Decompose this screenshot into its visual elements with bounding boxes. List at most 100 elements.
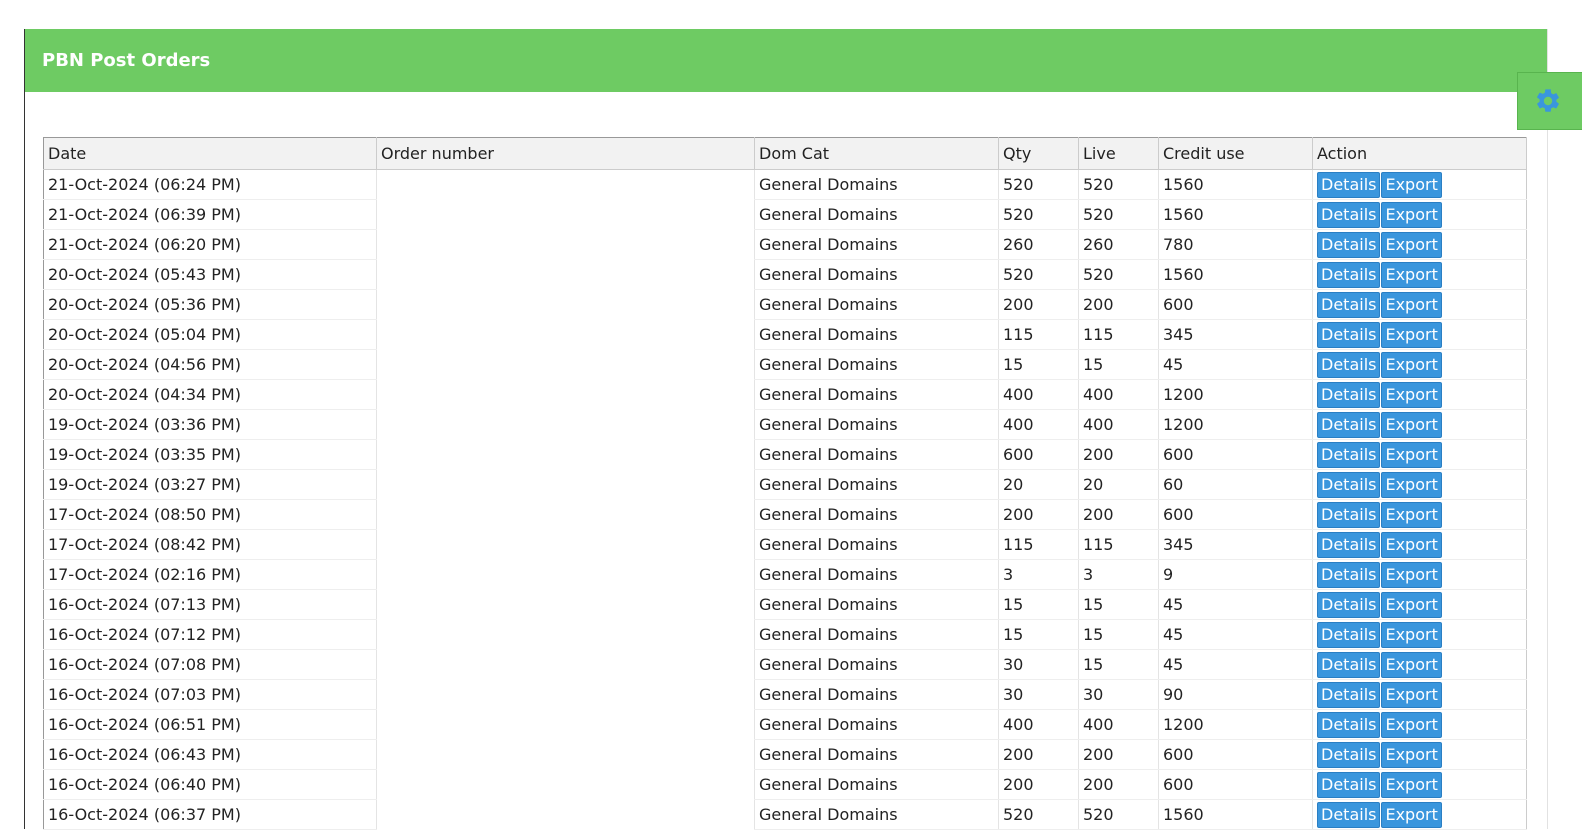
column-header-action: Action: [1312, 137, 1527, 170]
details-button[interactable]: Details: [1317, 231, 1381, 258]
cell-credit-use: 45: [1158, 649, 1313, 680]
details-button[interactable]: Details: [1317, 321, 1381, 348]
details-button[interactable]: Details: [1317, 501, 1381, 528]
export-button[interactable]: Export: [1381, 351, 1442, 378]
export-button[interactable]: Export: [1381, 681, 1442, 708]
export-button[interactable]: Export: [1381, 651, 1442, 678]
cell-order-number: [376, 679, 755, 710]
cell-dom-cat: General Domains: [754, 739, 999, 770]
table-row: 21-Oct-2024 (06:39 PM) General Domains 520…: [43, 199, 1527, 230]
details-button[interactable]: Details: [1317, 171, 1381, 198]
cell-credit-use: 1560: [1158, 199, 1313, 230]
details-button[interactable]: Details: [1317, 261, 1381, 288]
cell-qty: 260: [998, 229, 1079, 260]
export-button[interactable]: Export: [1381, 471, 1442, 498]
export-button[interactable]: Export: [1381, 741, 1442, 768]
cell-date: 19-Oct-2024 (03:36 PM): [43, 409, 377, 440]
details-button[interactable]: Details: [1317, 621, 1381, 648]
cell-live: 3: [1078, 559, 1159, 590]
export-button[interactable]: Export: [1381, 591, 1442, 618]
cell-order-number: [376, 589, 755, 620]
export-button[interactable]: Export: [1381, 411, 1442, 438]
column-header-order-number[interactable]: Order number: [376, 137, 755, 170]
cell-date: 16-Oct-2024 (06:51 PM): [43, 709, 377, 740]
export-button[interactable]: Export: [1381, 321, 1442, 348]
cell-qty: 30: [998, 679, 1079, 710]
cell-order-number: [376, 409, 755, 440]
cell-qty: 3: [998, 559, 1079, 590]
export-button[interactable]: Export: [1381, 621, 1442, 648]
details-button[interactable]: Details: [1317, 441, 1381, 468]
details-button[interactable]: Details: [1317, 291, 1381, 318]
cell-live: 200: [1078, 739, 1159, 770]
table-row: 16-Oct-2024 (06:51 PM) General Domains 400…: [43, 709, 1527, 740]
table-row: 19-Oct-2024 (03:35 PM) General Domains 600…: [43, 439, 1527, 470]
column-header-date[interactable]: Date: [43, 137, 377, 170]
table-row: 21-Oct-2024 (06:24 PM) General Domains 520…: [43, 169, 1527, 200]
cell-order-number: [376, 499, 755, 530]
cell-qty: 400: [998, 379, 1079, 410]
column-header-live[interactable]: Live: [1078, 137, 1159, 170]
table-row: 17-Oct-2024 (08:42 PM) General Domains 115…: [43, 529, 1527, 560]
export-button[interactable]: Export: [1381, 171, 1442, 198]
export-button[interactable]: Export: [1381, 531, 1442, 558]
cell-credit-use: 780: [1158, 229, 1313, 260]
cell-action: Details Export: [1312, 439, 1527, 470]
cell-order-number: [376, 169, 755, 200]
cell-dom-cat: General Domains: [754, 379, 999, 410]
cell-date: 20-Oct-2024 (05:43 PM): [43, 259, 377, 290]
cell-date: 17-Oct-2024 (08:42 PM): [43, 529, 377, 560]
export-button[interactable]: Export: [1381, 441, 1442, 468]
export-button[interactable]: Export: [1381, 261, 1442, 288]
column-header-qty[interactable]: Qty: [998, 137, 1079, 170]
cell-live: 260: [1078, 229, 1159, 260]
cell-qty: 15: [998, 589, 1079, 620]
cell-credit-use: 600: [1158, 739, 1313, 770]
export-button[interactable]: Export: [1381, 561, 1442, 588]
cell-action: Details Export: [1312, 229, 1527, 260]
details-button[interactable]: Details: [1317, 651, 1381, 678]
details-button[interactable]: Details: [1317, 471, 1381, 498]
export-button[interactable]: Export: [1381, 291, 1442, 318]
cell-action: Details Export: [1312, 259, 1527, 290]
export-button[interactable]: Export: [1381, 801, 1442, 828]
cell-qty: 400: [998, 409, 1079, 440]
export-button[interactable]: Export: [1381, 771, 1442, 798]
cell-credit-use: 1560: [1158, 259, 1313, 290]
cell-date: 21-Oct-2024 (06:24 PM): [43, 169, 377, 200]
details-button[interactable]: Details: [1317, 771, 1381, 798]
details-button[interactable]: Details: [1317, 801, 1381, 828]
cell-qty: 20: [998, 469, 1079, 500]
cell-date: 16-Oct-2024 (06:37 PM): [43, 799, 377, 830]
details-button[interactable]: Details: [1317, 591, 1381, 618]
column-header-credit-use[interactable]: Credit use: [1158, 137, 1313, 170]
cell-dom-cat: General Domains: [754, 319, 999, 350]
table-row: 17-Oct-2024 (02:16 PM) General Domains 3 3 9…: [43, 559, 1527, 590]
details-button[interactable]: Details: [1317, 711, 1381, 738]
table-row: 16-Oct-2024 (06:43 PM) General Domains 200…: [43, 739, 1527, 770]
export-button[interactable]: Export: [1381, 711, 1442, 738]
cell-credit-use: 60: [1158, 469, 1313, 500]
details-button[interactable]: Details: [1317, 561, 1381, 588]
details-button[interactable]: Details: [1317, 381, 1381, 408]
settings-tab[interactable]: [1517, 72, 1582, 130]
export-button[interactable]: Export: [1381, 501, 1442, 528]
details-button[interactable]: Details: [1317, 741, 1381, 768]
table-row: 16-Oct-2024 (07:08 PM) General Domains 30 1…: [43, 649, 1527, 680]
details-button[interactable]: Details: [1317, 681, 1381, 708]
details-button[interactable]: Details: [1317, 201, 1381, 228]
cell-order-number: [376, 349, 755, 380]
details-button[interactable]: Details: [1317, 531, 1381, 558]
cell-action: Details Export: [1312, 709, 1527, 740]
cell-dom-cat: General Domains: [754, 769, 999, 800]
details-button[interactable]: Details: [1317, 351, 1381, 378]
table-row: 16-Oct-2024 (07:13 PM) General Domains 15 1…: [43, 589, 1527, 620]
export-button[interactable]: Export: [1381, 231, 1442, 258]
cell-action: Details Export: [1312, 499, 1527, 530]
cell-date: 16-Oct-2024 (06:43 PM): [43, 739, 377, 770]
export-button[interactable]: Export: [1381, 201, 1442, 228]
details-button[interactable]: Details: [1317, 411, 1381, 438]
column-header-dom-cat[interactable]: Dom Cat: [754, 137, 999, 170]
export-button[interactable]: Export: [1381, 381, 1442, 408]
cell-date: 21-Oct-2024 (06:20 PM): [43, 229, 377, 260]
